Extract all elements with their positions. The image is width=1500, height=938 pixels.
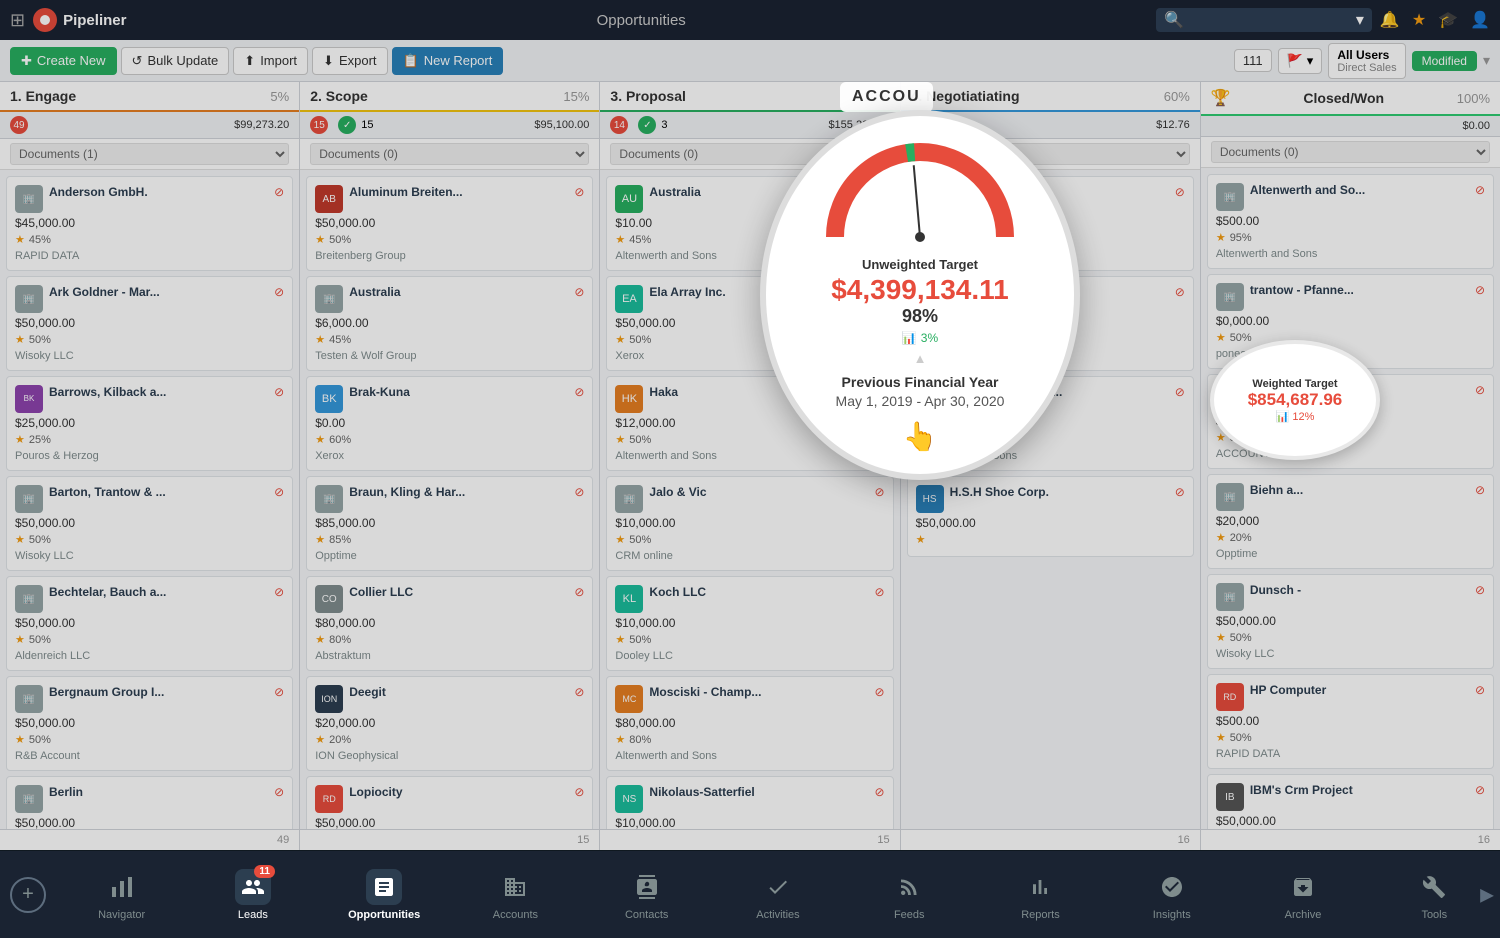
archive-label: Archive — [1285, 909, 1322, 921]
target-amount: $4,399,134.11 — [831, 274, 1009, 306]
activities-icon — [760, 869, 796, 905]
nav-item-navigator[interactable]: Navigator — [56, 861, 187, 929]
navigator-label: Navigator — [98, 909, 145, 921]
nav-item-contacts[interactable]: Contacts — [581, 861, 712, 929]
add-button[interactable]: + — [10, 877, 46, 913]
target-label: Unweighted Target — [862, 257, 978, 272]
bottom-navigation: + Navigator 11 Leads Opportunities Accou… — [0, 850, 1500, 938]
contacts-icon — [629, 869, 665, 905]
nav-item-leads[interactable]: 11 Leads — [187, 861, 318, 929]
gauge-area — [820, 137, 1020, 247]
nav-item-feeds[interactable]: Feeds — [844, 861, 975, 929]
accounts-icon — [497, 869, 533, 905]
reports-icon — [1022, 869, 1058, 905]
target-sub: 📊 3% — [902, 331, 938, 345]
nav-item-insights[interactable]: Insights — [1106, 861, 1237, 929]
navigator-icon — [104, 869, 140, 905]
opportunities-label: Opportunities — [348, 909, 420, 921]
period-label: Previous Financial Year — [842, 374, 999, 390]
opportunities-icon — [366, 869, 402, 905]
scroll-right-button[interactable]: ▶ — [1474, 880, 1500, 909]
period-dates: May 1, 2019 - Apr 30, 2020 — [836, 392, 1005, 412]
nav-item-accounts[interactable]: Accounts — [450, 861, 581, 929]
accounts-label: Accounts — [493, 909, 538, 921]
leads-label: Leads — [238, 909, 268, 921]
target-pct: 98% — [902, 306, 938, 327]
feeds-icon — [891, 869, 927, 905]
feeds-label: Feeds — [894, 909, 925, 921]
leads-badge: 11 — [254, 865, 275, 878]
chart-icon: 📊 — [902, 331, 917, 345]
tools-icon — [1416, 869, 1452, 905]
cursor-hand: 👆 — [903, 420, 938, 453]
activities-label: Activities — [756, 909, 799, 921]
nav-item-opportunities[interactable]: Opportunities — [319, 861, 450, 929]
weighted-amount: $854,687.96 — [1248, 390, 1343, 410]
archive-icon — [1285, 869, 1321, 905]
weighted-label: Weighted Target — [1252, 378, 1337, 390]
nav-item-archive[interactable]: Archive — [1237, 861, 1368, 929]
nav-item-activities[interactable]: Activities — [712, 861, 843, 929]
tools-label: Tools — [1421, 909, 1447, 921]
weighted-pct-chart: 📊 — [1276, 411, 1290, 423]
nav-item-reports[interactable]: Reports — [975, 861, 1106, 929]
reports-label: Reports — [1021, 909, 1060, 921]
weighted-target-popup: Weighted Target $854,687.96 📊 12% — [1210, 340, 1380, 460]
insights-icon — [1154, 869, 1190, 905]
weighted-pct: 📊 12% — [1276, 410, 1315, 423]
target-popup: Unweighted Target $4,399,134.11 98% 📊 3%… — [760, 110, 1080, 480]
insights-label: Insights — [1153, 909, 1191, 921]
acct-popup: ACCOU — [840, 82, 933, 112]
contacts-label: Contacts — [625, 909, 668, 921]
